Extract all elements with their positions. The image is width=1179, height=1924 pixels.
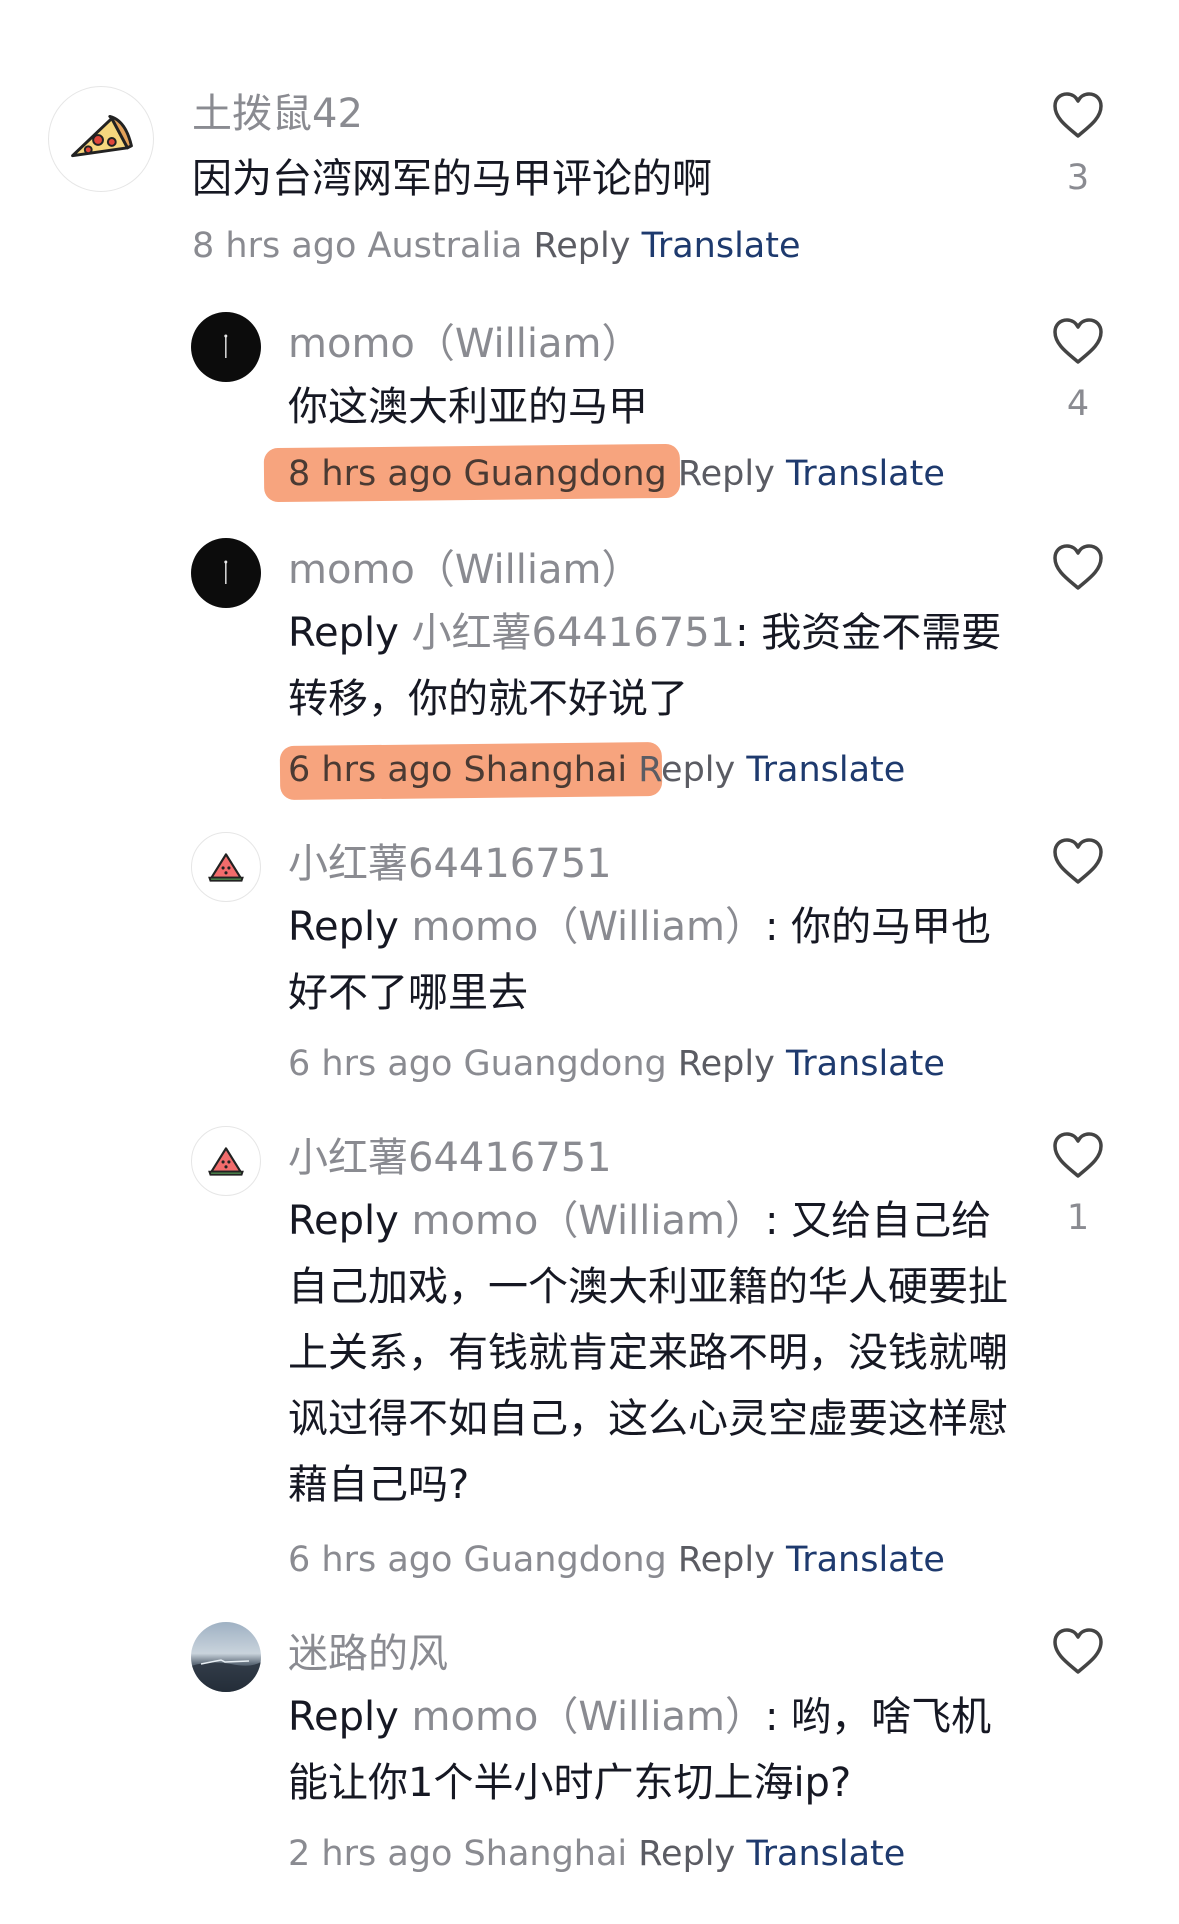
reply-button[interactable]: Reply [678, 454, 775, 494]
like-button[interactable] [1051, 1130, 1105, 1180]
reply-button[interactable]: Reply [638, 750, 735, 790]
heart-icon [1053, 318, 1103, 364]
comment-text: Reply momo（William）: 你的马甲也好不了哪里去 [288, 894, 1018, 1026]
dark-photo-avatar [224, 560, 228, 584]
comment-timestamp: 6 hrs ago [288, 1044, 453, 1084]
comment-username[interactable]: 土拨鼠42 [192, 90, 363, 138]
comment-meta: 6 hrs ago Guangdong Reply Translate [288, 1042, 945, 1086]
avatar[interactable] [191, 1622, 261, 1692]
reply-target-username[interactable]: momo（William） [412, 904, 765, 950]
like-count: 4 [1066, 384, 1090, 424]
pizza-icon [71, 114, 133, 158]
comment-location: Guangdong [463, 454, 667, 494]
like-button[interactable] [1051, 90, 1105, 140]
translate-button[interactable]: Translate [746, 750, 905, 790]
comment-item: 土拨鼠42 因为台湾网军的马甲评论的啊 8 hrs ago Australia … [0, 0, 1179, 290]
comment-username[interactable]: 小红薯64416751 [288, 840, 612, 888]
comment-timestamp: 6 hrs ago [288, 1540, 453, 1580]
reply-item: momo（William） Reply 小红薯64416751: 我资金不需要转… [0, 516, 1179, 810]
comment-username[interactable]: 小红薯64416751 [288, 1134, 612, 1182]
comment-timestamp: 8 hrs ago [192, 226, 357, 266]
watermelon-icon [208, 1147, 244, 1176]
reply-prefix: Reply [288, 1694, 399, 1740]
reply-item: 小红薯64416751 Reply momo（William）: 又给自己给自己… [0, 1104, 1179, 1600]
avatar[interactable] [191, 538, 261, 608]
comment-timestamp: 6 hrs ago [288, 750, 453, 790]
reply-item: 小红薯64416751 Reply momo（William）: 你的马甲也好不… [0, 810, 1179, 1104]
heart-icon [1053, 1628, 1103, 1674]
comment-text: 你这澳大利亚的马甲 [288, 374, 1058, 440]
comment-location: Australia [367, 226, 523, 266]
translate-button[interactable]: Translate [786, 454, 945, 494]
comment-meta: 8 hrs ago Australia Reply Translate [192, 224, 801, 268]
comment-meta: 6 hrs ago Shanghai Reply Translate [288, 748, 905, 792]
comment-location: Guangdong [463, 1044, 667, 1084]
like-count: 3 [1066, 158, 1090, 198]
reply-prefix: Reply [288, 904, 399, 950]
dark-photo-avatar [224, 334, 228, 358]
watermelon-icon [208, 853, 244, 882]
reply-target-username[interactable]: 小红薯64416751 [412, 610, 736, 656]
comment-username[interactable]: momo（William） [288, 320, 641, 368]
translate-button[interactable]: Translate [786, 1044, 945, 1084]
comment-timestamp: 2 hrs ago [288, 1834, 453, 1874]
comment-text: Reply momo（William）: 又给自己给自己加戏，一个澳大利亚籍的华… [288, 1188, 1018, 1518]
comment-body: : 又给自己给自己加戏，一个澳大利亚籍的华人硬要扯上关系，有钱就肯定来路不明，没… [288, 1198, 1008, 1508]
like-count: 1 [1066, 1198, 1090, 1238]
comment-username[interactable]: 迷路的风 [288, 1630, 448, 1678]
avatar[interactable] [191, 1126, 261, 1196]
comment-location: Guangdong [463, 1540, 667, 1580]
comment-body: 因为台湾网军的马甲评论的啊 [192, 156, 712, 202]
reply-target-username[interactable]: momo（William） [412, 1694, 765, 1740]
like-button[interactable] [1051, 1626, 1105, 1676]
translate-button[interactable]: Translate [746, 1834, 905, 1874]
comment-text: 因为台湾网军的马甲评论的啊 [192, 146, 962, 212]
like-button[interactable] [1051, 316, 1105, 366]
heart-icon [1053, 92, 1103, 138]
comment-text: Reply 小红薯64416751: 我资金不需要转移，你的就不好说了 [288, 600, 1028, 732]
reply-button[interactable]: Reply [678, 1540, 775, 1580]
comment-meta: 8 hrs ago Guangdong Reply Translate [288, 452, 945, 496]
landscape-photo-avatar [191, 1659, 261, 1692]
comment-timestamp: 8 hrs ago [288, 454, 453, 494]
reply-prefix: Reply [288, 610, 399, 656]
reply-item: 迷路的风 Reply momo（William）: 哟，啥飞机能让你1个半小时广… [0, 1600, 1179, 1924]
reply-button[interactable]: Reply [638, 1834, 735, 1874]
heart-icon [1053, 544, 1103, 590]
comment-text: Reply momo（William）: 哟，啥飞机能让你1个半小时广东切上海i… [288, 1684, 1018, 1816]
avatar[interactable] [48, 86, 154, 192]
reply-button[interactable]: Reply [534, 226, 631, 266]
comment-location: Shanghai [463, 750, 628, 790]
comment-location: Shanghai [463, 1834, 628, 1874]
reply-item: momo（William） 你这澳大利亚的马甲 8 hrs ago Guangd… [0, 290, 1179, 516]
avatar[interactable] [191, 312, 261, 382]
comment-meta: 6 hrs ago Guangdong Reply Translate [288, 1538, 945, 1582]
translate-button[interactable]: Translate [786, 1540, 945, 1580]
comment-username[interactable]: momo（William） [288, 546, 641, 594]
heart-icon [1053, 1132, 1103, 1178]
like-button[interactable] [1051, 836, 1105, 886]
avatar[interactable] [191, 832, 261, 902]
heart-icon [1053, 838, 1103, 884]
comment-meta: 2 hrs ago Shanghai Reply Translate [288, 1832, 905, 1876]
reply-button[interactable]: Reply [678, 1044, 775, 1084]
reply-prefix: Reply [288, 1198, 399, 1244]
reply-target-username[interactable]: momo（William） [412, 1198, 765, 1244]
like-button[interactable] [1051, 542, 1105, 592]
translate-button[interactable]: Translate [642, 226, 801, 266]
comment-body: 你这澳大利亚的马甲 [288, 384, 648, 430]
